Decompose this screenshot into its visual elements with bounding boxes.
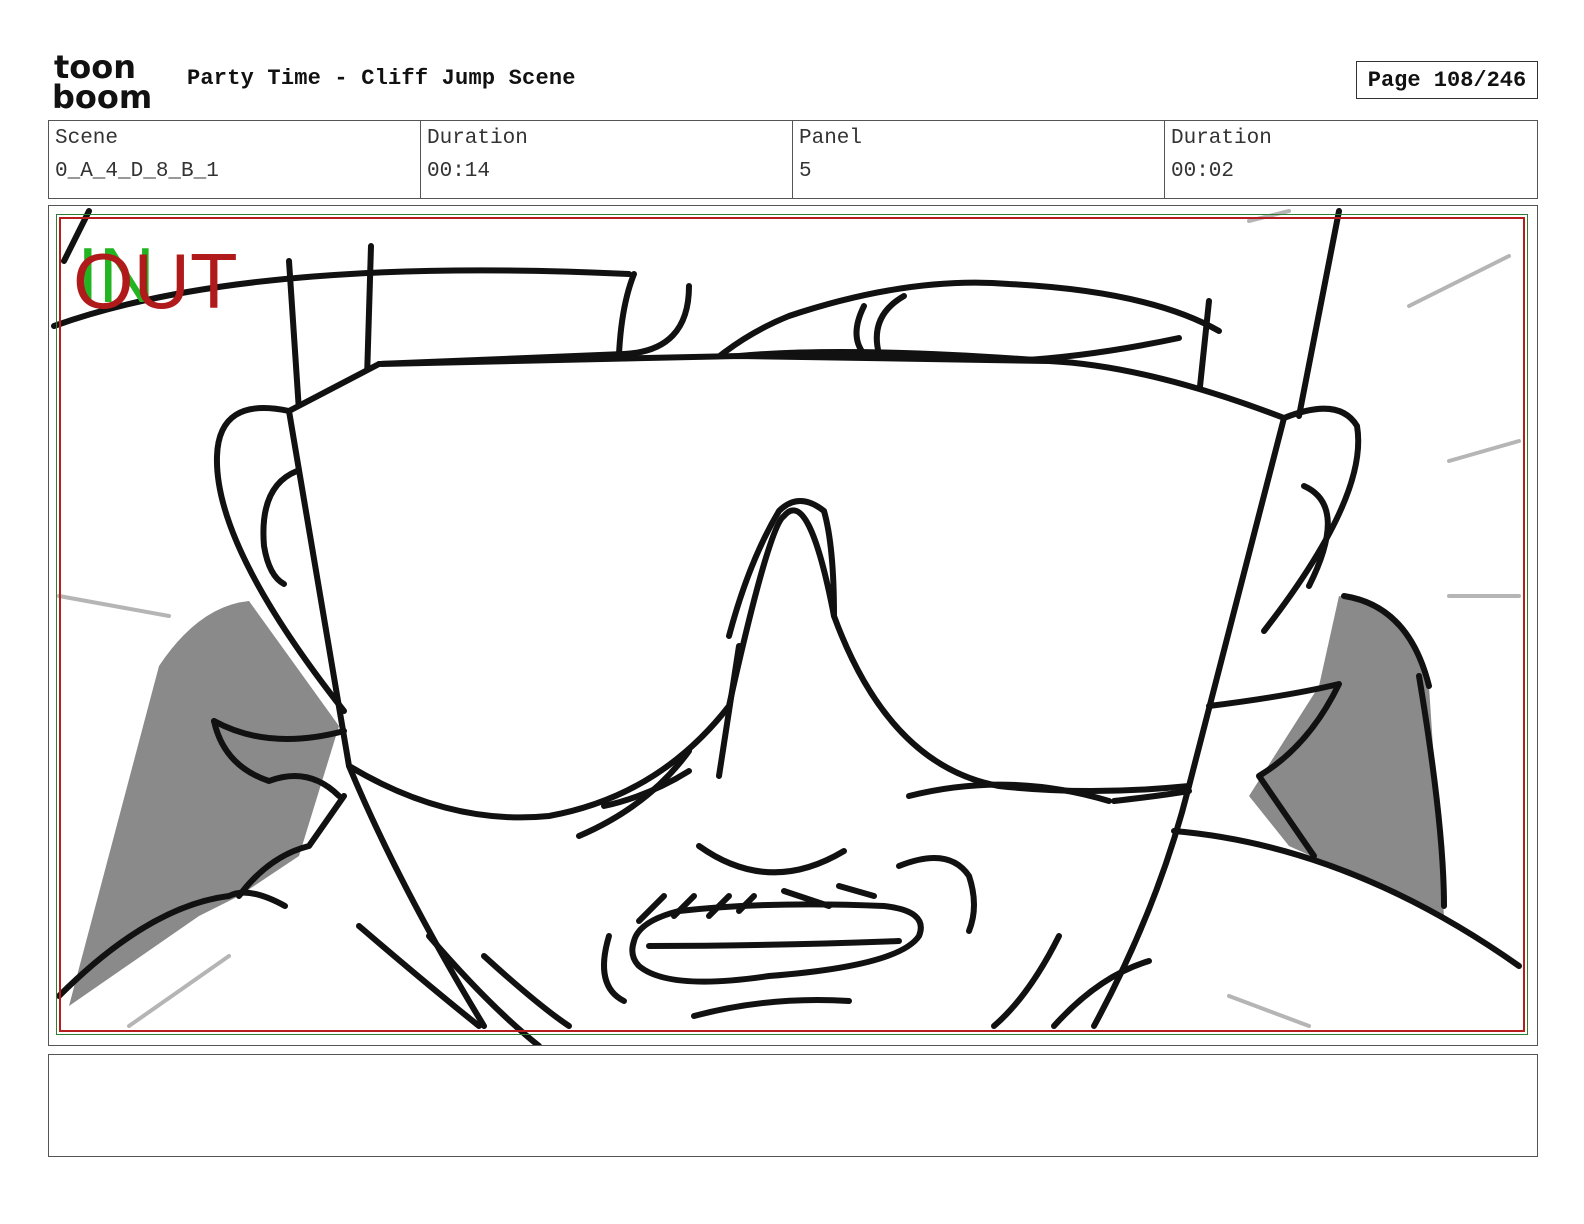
action-safe-frame [59, 217, 1525, 1032]
scene-cell: Scene 0_A_4_D_8_B_1 [49, 121, 421, 198]
panel-value: 5 [799, 160, 812, 183]
scene-value: 0_A_4_D_8_B_1 [55, 160, 219, 183]
document-title: Party Time - Cliff Jump Scene [187, 66, 576, 91]
scene-duration-value: 00:14 [427, 160, 491, 183]
scene-label: Scene [55, 127, 119, 150]
scene-duration-cell: Duration 00:14 [421, 121, 793, 198]
panel-duration-cell: Duration 00:02 [1165, 121, 1537, 198]
panel-duration-label: Duration [1171, 127, 1272, 150]
panel-duration-value: 00:02 [1171, 160, 1235, 183]
out-marker: OUT [73, 237, 238, 325]
scene-info-table: Scene 0_A_4_D_8_B_1 Duration 00:14 Panel… [48, 120, 1538, 199]
panel-notes-box[interactable] [48, 1054, 1538, 1157]
scene-duration-label: Duration [427, 127, 528, 150]
page-indicator: Page 108/246 [1356, 61, 1538, 99]
panel-label: Panel [799, 127, 863, 150]
toon-boom-logo: toon boom [52, 48, 164, 116]
logo-text-bottom: boom [52, 78, 152, 112]
storyboard-panel: IN OUT [48, 205, 1538, 1046]
panel-cell: Panel 5 [793, 121, 1165, 198]
